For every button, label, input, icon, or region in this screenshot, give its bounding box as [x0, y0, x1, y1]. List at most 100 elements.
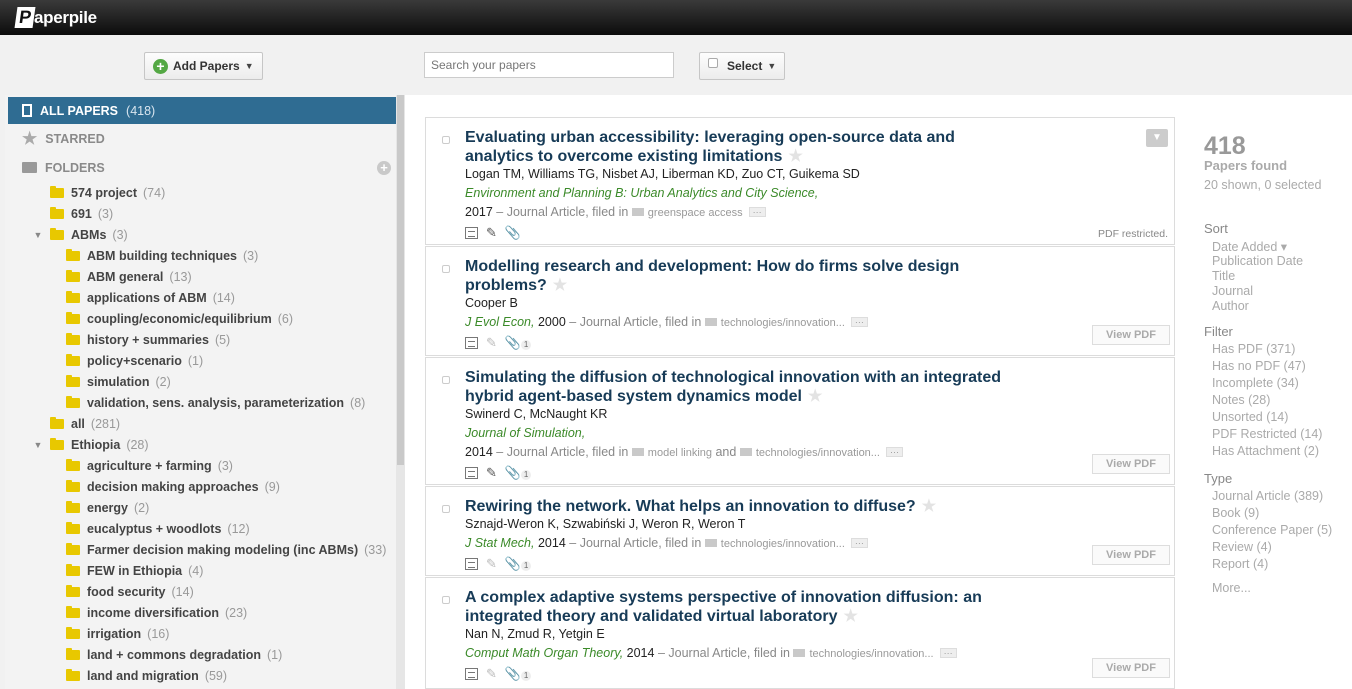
chevron-down-icon[interactable]: ▼	[1146, 129, 1168, 147]
filed-folder-link[interactable]: model linking	[631, 447, 712, 459]
notes-icon[interactable]	[465, 467, 478, 479]
filed-folder-link[interactable]: technologies/innovation...	[793, 648, 934, 660]
folder-item[interactable]: validation, sens. analysis, parameteriza…	[8, 392, 397, 413]
folder-item[interactable]: land + commons degradation (1)	[8, 644, 397, 665]
paper-title[interactable]: Modelling research and development: How …	[465, 258, 959, 294]
attachment-icon[interactable]: 📎	[505, 465, 521, 481]
pencil-icon[interactable]: ✎	[486, 556, 497, 572]
sort-option[interactable]: Date Added ▾	[1212, 239, 1287, 254]
folder-item[interactable]: food security (14)	[8, 581, 397, 602]
type-option[interactable]: Journal Article (389)	[1212, 489, 1323, 503]
type-option[interactable]: More...	[1212, 581, 1251, 595]
folder-item[interactable]: agriculture + farming (3)	[8, 455, 397, 476]
filter-option[interactable]: Unsorted (14)	[1212, 410, 1288, 424]
filed-folder-link[interactable]: technologies/innovation...	[704, 317, 845, 329]
attachment-icon[interactable]: 📎	[505, 666, 521, 682]
paper-card[interactable]: Simulating the diffusion of technologica…	[425, 357, 1175, 485]
folder-item[interactable]: simulation (2)	[8, 371, 397, 392]
filter-option[interactable]: Has PDF (371)	[1212, 342, 1295, 356]
sort-option[interactable]: Author	[1212, 299, 1249, 313]
folder-item[interactable]: irrigation (16)	[8, 623, 397, 644]
type-option[interactable]: Book (9)	[1212, 506, 1259, 520]
more-folders-button[interactable]: ···	[939, 648, 957, 658]
filter-option[interactable]: PDF Restricted (14)	[1212, 427, 1322, 441]
folder-item[interactable]: income diversification (23)	[8, 602, 397, 623]
star-icon[interactable]: ★	[922, 498, 936, 515]
star-icon[interactable]: ★	[553, 277, 567, 294]
folder-item[interactable]: FEW in Ethiopia (4)	[8, 560, 397, 581]
folder-item[interactable]: coupling/economic/equilibrium (6)	[8, 308, 397, 329]
paper-title-block[interactable]: Simulating the diffusion of technologica…	[465, 368, 1025, 406]
pencil-icon[interactable]: ✎	[486, 465, 497, 481]
filter-option[interactable]: Incomplete (34)	[1212, 376, 1299, 390]
filed-folder-link[interactable]: greenspace access	[631, 207, 743, 219]
paper-title-block[interactable]: Rewiring the network. What helps an inno…	[465, 497, 1025, 516]
pencil-icon[interactable]: ✎	[486, 335, 497, 351]
expand-toggle-icon[interactable]: ▼	[32, 440, 44, 450]
folder-item[interactable]: eucalyptus + woodlots (12)	[8, 518, 397, 539]
paper-checkbox[interactable]	[442, 596, 450, 604]
folder-item[interactable]: ▼ ABMs (3)	[8, 224, 397, 245]
folder-item[interactable]: applications of ABM (14)	[8, 287, 397, 308]
more-folders-button[interactable]: ···	[850, 317, 868, 327]
folder-item[interactable]: 574 project (74)	[8, 182, 397, 203]
sidebar-item-starred[interactable]: ★ STARRED	[8, 124, 397, 153]
view-pdf-button[interactable]: View PDF	[1092, 454, 1170, 474]
folder-item[interactable]: ▼ Ethiopia (28)	[8, 434, 397, 455]
sort-option[interactable]: Title	[1212, 269, 1235, 283]
add-folder-icon[interactable]: +	[377, 161, 391, 175]
more-folders-button[interactable]: ···	[885, 447, 903, 457]
paper-title[interactable]: A complex adaptive systems perspective o…	[465, 589, 982, 625]
notes-icon[interactable]	[465, 227, 478, 239]
folder-item[interactable]: history + summaries (5)	[8, 329, 397, 350]
sort-option[interactable]: Publication Date	[1212, 254, 1303, 268]
paper-title[interactable]: Rewiring the network. What helps an inno…	[465, 498, 916, 515]
filed-folder-link[interactable]: technologies/innovation...	[739, 447, 880, 459]
attachment-icon[interactable]: 📎	[505, 335, 521, 351]
add-papers-button[interactable]: + Add Papers ▼	[144, 52, 263, 80]
view-pdf-button[interactable]: View PDF	[1092, 658, 1170, 678]
paper-checkbox[interactable]	[442, 265, 450, 273]
paper-title-block[interactable]: Modelling research and development: How …	[465, 257, 1025, 295]
folder-item[interactable]: energy (2)	[8, 497, 397, 518]
paper-card[interactable]: Evaluating urban accessibility: leveragi…	[425, 117, 1175, 245]
paper-title-block[interactable]: A complex adaptive systems perspective o…	[465, 588, 1025, 626]
filter-option[interactable]: Has Attachment (2)	[1212, 444, 1319, 458]
type-option[interactable]: Conference Paper (5)	[1212, 523, 1332, 537]
paper-title[interactable]: Evaluating urban accessibility: leveragi…	[465, 129, 955, 165]
star-icon[interactable]: ★	[844, 608, 858, 625]
pencil-icon[interactable]: ✎	[486, 225, 497, 241]
type-option[interactable]: Report (4)	[1212, 557, 1268, 571]
more-folders-button[interactable]: ···	[748, 207, 766, 217]
folder-item[interactable]: ABM general (13)	[8, 266, 397, 287]
notes-icon[interactable]	[465, 337, 478, 349]
star-icon[interactable]: ★	[808, 388, 822, 405]
folder-item[interactable]: land and migration (59)	[8, 665, 397, 686]
sort-option[interactable]: Journal	[1212, 284, 1253, 298]
folder-item[interactable]: decision making approaches (9)	[8, 476, 397, 497]
pencil-icon[interactable]: ✎	[486, 666, 497, 682]
paper-checkbox[interactable]	[442, 136, 450, 144]
attachment-icon[interactable]: 📎	[505, 225, 521, 241]
select-button[interactable]: Select ▼	[699, 52, 786, 80]
folder-item[interactable]: all (281)	[8, 413, 397, 434]
view-pdf-button[interactable]: View PDF	[1092, 545, 1170, 565]
filed-folder-link[interactable]: technologies/innovation...	[704, 538, 845, 550]
sidebar-item-all-papers[interactable]: ALL PAPERS (418)	[8, 97, 397, 124]
select-all-checkbox[interactable]	[708, 58, 718, 68]
folder-item[interactable]: 691 (3)	[8, 203, 397, 224]
notes-icon[interactable]	[465, 668, 478, 680]
paper-card[interactable]: Rewiring the network. What helps an inno…	[425, 486, 1175, 576]
paper-card[interactable]: Modelling research and development: How …	[425, 246, 1175, 356]
folder-item[interactable]: Farmer decision making modeling (inc ABM…	[8, 539, 397, 560]
sidebar-scrollbar-thumb[interactable]	[397, 95, 404, 465]
paper-title[interactable]: Simulating the diffusion of technologica…	[465, 369, 1001, 405]
expand-toggle-icon[interactable]: ▼	[32, 230, 44, 240]
notes-icon[interactable]	[465, 558, 478, 570]
star-icon[interactable]: ★	[788, 148, 802, 165]
paper-title-block[interactable]: Evaluating urban accessibility: leveragi…	[465, 128, 1025, 166]
paper-card[interactable]: A complex adaptive systems perspective o…	[425, 577, 1175, 689]
paper-checkbox[interactable]	[442, 505, 450, 513]
more-folders-button[interactable]: ···	[850, 538, 868, 548]
view-pdf-button[interactable]: View PDF	[1092, 325, 1170, 345]
